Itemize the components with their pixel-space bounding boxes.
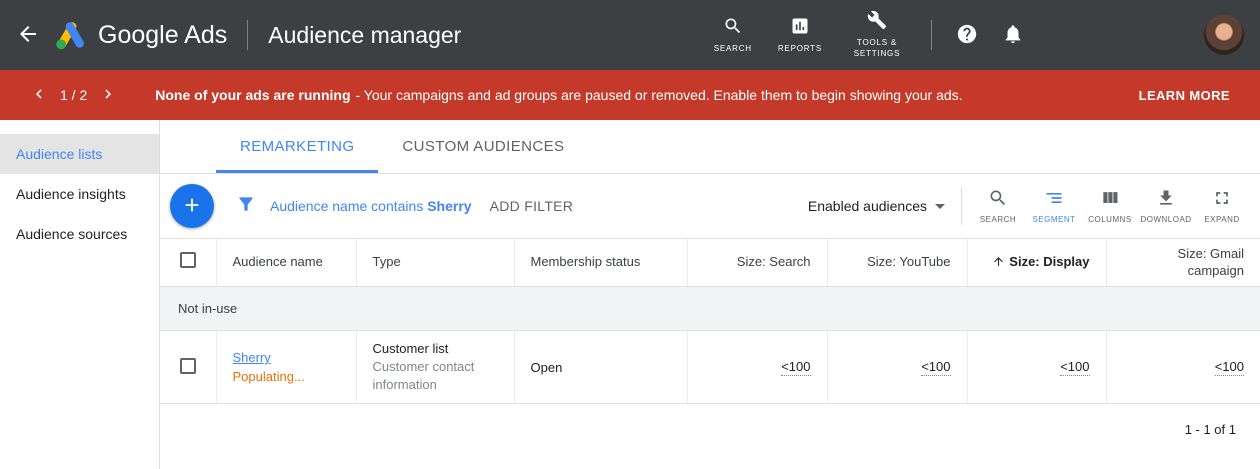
wrench-icon (867, 10, 887, 33)
segment-label: SEGMENT (1032, 215, 1075, 224)
header-size-display-label: Size: Display (1009, 254, 1089, 269)
audience-table: Audience name Type Membership status Siz… (160, 238, 1260, 404)
sidebar-item-audience-insights[interactable]: Audience insights (0, 174, 159, 214)
select-all-checkbox[interactable] (180, 252, 196, 268)
topbar-tools-settings-label: TOOLS & SETTINGS (848, 38, 906, 60)
filter-prefix: Audience name contains (270, 198, 423, 214)
search-icon (723, 16, 743, 39)
dropdown-label: Enabled audiences (808, 198, 927, 214)
size-display-value: <100 (1060, 359, 1089, 376)
header-type[interactable]: Type (356, 239, 514, 287)
audience-type-detail: Customer contact information (373, 358, 498, 393)
segment-icon (1044, 188, 1064, 211)
tab-custom-audiences[interactable]: CUSTOM AUDIENCES (378, 120, 588, 173)
topbar-reports-label: REPORTS (778, 44, 822, 55)
filter-value: Sherry (427, 198, 471, 214)
alert-banner: 1 / 2 None of your ads are running - You… (0, 70, 1260, 120)
header-size-youtube[interactable]: Size: YouTube (827, 239, 967, 287)
bell-icon (1002, 23, 1024, 48)
tab-bar: REMARKETING CUSTOM AUDIENCES (160, 120, 1260, 174)
pagination-info: 1 - 1 of 1 (160, 404, 1260, 455)
columns-button[interactable]: COLUMNS (1082, 188, 1138, 224)
dropdown-caret-icon (935, 204, 945, 209)
segment-button[interactable]: SEGMENT (1026, 188, 1082, 224)
add-filter-button[interactable]: ADD FILTER (490, 198, 574, 214)
table-search-label: SEARCH (980, 215, 1016, 224)
page-title: Audience manager (268, 22, 461, 49)
main-panel: REMARKETING CUSTOM AUDIENCES Audience na… (160, 120, 1260, 469)
top-app-bar: Google Ads Audience manager SEARCH REPOR… (0, 0, 1260, 70)
chevron-left-icon (30, 85, 48, 106)
alert-next-button[interactable] (99, 85, 117, 106)
audience-name-link[interactable]: Sherry (233, 350, 271, 365)
header-size-display[interactable]: Size: Display (967, 239, 1106, 287)
sort-ascending-icon (992, 254, 1009, 269)
table-row: Sherry Populating... Customer list Custo… (160, 331, 1260, 404)
learn-more-button[interactable]: LEARN MORE (1139, 88, 1230, 103)
search-icon (988, 188, 1008, 211)
table-search-button[interactable]: SEARCH (970, 188, 1026, 224)
alert-page-indicator: 1 / 2 (60, 87, 87, 103)
help-button[interactable] (944, 23, 990, 48)
topbar-reports-button[interactable]: REPORTS (765, 16, 835, 55)
membership-status-value: Open (514, 331, 687, 404)
download-label: DOWNLOAD (1140, 215, 1191, 224)
download-icon (1156, 188, 1176, 211)
active-filter-chip[interactable]: Audience name contains Sherry (270, 198, 472, 214)
google-ads-logo-icon (54, 20, 88, 50)
brand-name: Google Ads (98, 21, 227, 50)
table-header-row: Audience name Type Membership status Siz… (160, 239, 1260, 287)
header-size-gmail[interactable]: Size: Gmail campaign (1106, 239, 1260, 287)
topbar-nav-divider (931, 20, 932, 50)
alert-title: None of your ads are running (155, 87, 350, 103)
expand-button[interactable]: EXPAND (1194, 188, 1250, 224)
columns-label: COLUMNS (1088, 215, 1132, 224)
expand-icon (1212, 188, 1232, 211)
alert-message: None of your ads are running - Your camp… (155, 87, 962, 103)
populating-status: Populating... (233, 369, 340, 384)
back-button[interactable] (16, 22, 40, 49)
help-icon (956, 23, 978, 48)
alert-text: - Your campaigns and ad groups are pause… (356, 87, 963, 103)
columns-icon (1100, 188, 1120, 211)
sidebar-item-audience-sources[interactable]: Audience sources (0, 214, 159, 254)
expand-label: EXPAND (1204, 215, 1239, 224)
topbar-search-button[interactable]: SEARCH (701, 16, 765, 55)
group-label: Not in-use (160, 287, 1260, 331)
filter-funnel-icon (236, 194, 256, 219)
row-checkbox[interactable] (180, 358, 196, 374)
alert-pager: 1 / 2 (30, 85, 117, 106)
plus-icon (181, 194, 203, 219)
size-youtube-value: <100 (921, 359, 950, 376)
header-membership-status[interactable]: Membership status (514, 239, 687, 287)
sidebar-item-audience-lists[interactable]: Audience lists (0, 134, 159, 174)
topbar-tools-settings-button[interactable]: TOOLS & SETTINGS (835, 10, 919, 60)
add-audience-button[interactable] (170, 184, 214, 228)
back-arrow-icon (16, 22, 40, 49)
toolbar-divider (961, 187, 962, 225)
left-sidebar: Audience lists Audience insights Audienc… (0, 120, 160, 469)
size-gmail-value: <100 (1215, 359, 1244, 376)
tab-remarketing[interactable]: REMARKETING (216, 120, 378, 173)
reports-chart-icon (790, 16, 810, 39)
alert-prev-button[interactable] (30, 85, 48, 106)
account-avatar[interactable] (1204, 15, 1244, 55)
topbar-divider (247, 20, 248, 50)
table-toolbar: Audience name contains Sherry ADD FILTER… (160, 174, 1260, 238)
size-search-value: <100 (781, 359, 810, 376)
download-button[interactable]: DOWNLOAD (1138, 188, 1194, 224)
header-size-search[interactable]: Size: Search (687, 239, 827, 287)
notifications-button[interactable] (990, 23, 1036, 48)
chevron-right-icon (99, 85, 117, 106)
audience-type: Customer list (373, 341, 498, 356)
header-audience-name[interactable]: Audience name (216, 239, 356, 287)
group-row-not-in-use: Not in-use (160, 287, 1260, 331)
topbar-search-label: SEARCH (714, 44, 752, 55)
enabled-audiences-dropdown[interactable]: Enabled audiences (808, 198, 945, 214)
